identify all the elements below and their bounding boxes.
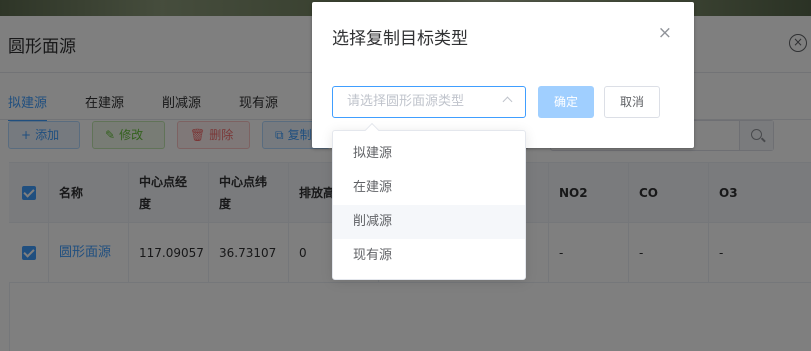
select-placeholder: 请选择圆形面源类型 xyxy=(347,94,465,109)
option-proposed[interactable]: 拟建源 xyxy=(333,137,525,171)
option-reduction[interactable]: 削减源 xyxy=(333,205,525,239)
option-under-construction[interactable]: 在建源 xyxy=(333,171,525,205)
confirm-button[interactable]: 确定 xyxy=(538,86,594,118)
dialog-title: 选择复制目标类型 xyxy=(332,29,468,49)
close-icon[interactable]: × xyxy=(658,24,672,42)
source-type-select[interactable]: 请选择圆形面源类型 xyxy=(332,86,526,118)
select-dropdown: 拟建源 在建源 削减源 现有源 xyxy=(332,122,526,280)
cancel-button[interactable]: 取消 xyxy=(604,86,660,118)
chevron-up-icon xyxy=(502,96,513,107)
option-existing[interactable]: 现有源 xyxy=(333,239,525,273)
